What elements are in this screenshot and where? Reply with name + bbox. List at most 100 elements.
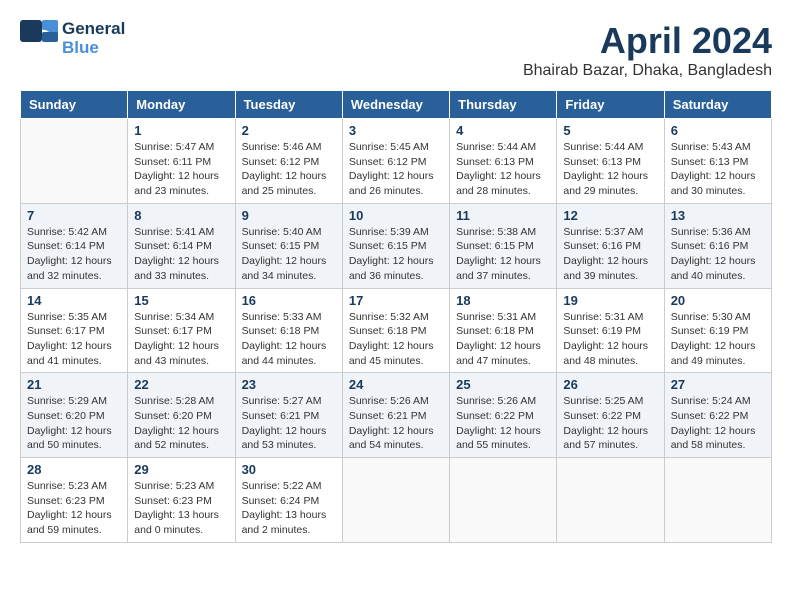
day-number: 7 xyxy=(27,208,121,223)
day-number: 6 xyxy=(671,123,765,138)
day-number: 30 xyxy=(242,462,336,477)
day-number: 17 xyxy=(349,293,443,308)
month-title: April 2024 xyxy=(523,20,772,62)
day-info: Sunrise: 5:42 AM Sunset: 6:14 PM Dayligh… xyxy=(27,225,121,284)
calendar-cell: 26 Sunrise: 5:25 AM Sunset: 6:22 PM Dayli… xyxy=(557,373,664,458)
calendar-cell: 8 Sunrise: 5:41 AM Sunset: 6:14 PM Daylig… xyxy=(128,203,235,288)
day-info: Sunrise: 5:23 AM Sunset: 6:23 PM Dayligh… xyxy=(27,479,121,538)
col-header-tuesday: Tuesday xyxy=(235,91,342,119)
calendar-cell: 6 Sunrise: 5:43 AM Sunset: 6:13 PM Daylig… xyxy=(664,119,771,204)
day-number: 1 xyxy=(134,123,228,138)
calendar-cell: 12 Sunrise: 5:37 AM Sunset: 6:16 PM Dayli… xyxy=(557,203,664,288)
day-number: 21 xyxy=(27,377,121,392)
day-number: 12 xyxy=(563,208,657,223)
calendar-cell: 24 Sunrise: 5:26 AM Sunset: 6:21 PM Dayli… xyxy=(342,373,449,458)
calendar-cell: 5 Sunrise: 5:44 AM Sunset: 6:13 PM Daylig… xyxy=(557,119,664,204)
calendar-week-row: 1 Sunrise: 5:47 AM Sunset: 6:11 PM Daylig… xyxy=(21,119,772,204)
day-info: Sunrise: 5:26 AM Sunset: 6:21 PM Dayligh… xyxy=(349,394,443,453)
calendar-cell: 2 Sunrise: 5:46 AM Sunset: 6:12 PM Daylig… xyxy=(235,119,342,204)
day-info: Sunrise: 5:47 AM Sunset: 6:11 PM Dayligh… xyxy=(134,140,228,199)
day-info: Sunrise: 5:44 AM Sunset: 6:13 PM Dayligh… xyxy=(563,140,657,199)
col-header-sunday: Sunday xyxy=(21,91,128,119)
day-info: Sunrise: 5:46 AM Sunset: 6:12 PM Dayligh… xyxy=(242,140,336,199)
day-info: Sunrise: 5:33 AM Sunset: 6:18 PM Dayligh… xyxy=(242,310,336,369)
day-number: 10 xyxy=(349,208,443,223)
day-number: 20 xyxy=(671,293,765,308)
calendar-cell: 18Sunrise: 5:31 AM Sunset: 6:18 PM Dayli… xyxy=(450,288,557,373)
day-info: Sunrise: 5:35 AM Sunset: 6:17 PM Dayligh… xyxy=(27,310,121,369)
calendar-cell: 15 Sunrise: 5:34 AM Sunset: 6:17 PM Dayli… xyxy=(128,288,235,373)
calendar-cell: 11 Sunrise: 5:38 AM Sunset: 6:15 PM Dayli… xyxy=(450,203,557,288)
day-number: 29 xyxy=(134,462,228,477)
day-info: Sunrise: 5:26 AM Sunset: 6:22 PM Dayligh… xyxy=(456,394,550,453)
day-info: Sunrise: 5:29 AM Sunset: 6:20 PM Dayligh… xyxy=(27,394,121,453)
calendar-cell: 30 Sunrise: 5:22 AM Sunset: 6:24 PM Dayli… xyxy=(235,458,342,543)
calendar-cell: 16 Sunrise: 5:33 AM Sunset: 6:18 PM Dayli… xyxy=(235,288,342,373)
day-info: Sunrise: 5:23 AM Sunset: 6:23 PM Dayligh… xyxy=(134,479,228,538)
day-info: Sunrise: 5:32 AM Sunset: 6:18 PM Dayligh… xyxy=(349,310,443,369)
day-number: 8 xyxy=(134,208,228,223)
day-info: Sunrise: 5:43 AM Sunset: 6:13 PM Dayligh… xyxy=(671,140,765,199)
title-block: April 2024 Bhairab Bazar, Dhaka, Banglad… xyxy=(523,20,772,80)
calendar-week-row: 14 Sunrise: 5:35 AM Sunset: 6:17 PM Dayli… xyxy=(21,288,772,373)
calendar-week-row: 28Sunrise: 5:23 AM Sunset: 6:23 PM Dayli… xyxy=(21,458,772,543)
calendar-cell: 20Sunrise: 5:30 AM Sunset: 6:19 PM Dayli… xyxy=(664,288,771,373)
day-info: Sunrise: 5:37 AM Sunset: 6:16 PM Dayligh… xyxy=(563,225,657,284)
day-info: Sunrise: 5:41 AM Sunset: 6:14 PM Dayligh… xyxy=(134,225,228,284)
day-number: 2 xyxy=(242,123,336,138)
day-number: 24 xyxy=(349,377,443,392)
day-number: 19 xyxy=(563,293,657,308)
day-number: 15 xyxy=(134,293,228,308)
col-header-saturday: Saturday xyxy=(664,91,771,119)
calendar-table: SundayMondayTuesdayWednesdayThursdayFrid… xyxy=(20,90,772,543)
day-number: 9 xyxy=(242,208,336,223)
day-info: Sunrise: 5:38 AM Sunset: 6:15 PM Dayligh… xyxy=(456,225,550,284)
logo-general: General xyxy=(62,20,125,39)
day-number: 26 xyxy=(563,377,657,392)
logo: General Blue xyxy=(20,20,125,58)
page-header: General Blue April 2024 Bhairab Bazar, D… xyxy=(20,20,772,80)
calendar-cell: 28Sunrise: 5:23 AM Sunset: 6:23 PM Dayli… xyxy=(21,458,128,543)
calendar-cell: 13 Sunrise: 5:36 AM Sunset: 6:16 PM Dayli… xyxy=(664,203,771,288)
day-number: 3 xyxy=(349,123,443,138)
calendar-cell: 25Sunrise: 5:26 AM Sunset: 6:22 PM Dayli… xyxy=(450,373,557,458)
day-number: 23 xyxy=(242,377,336,392)
calendar-week-row: 21 Sunrise: 5:29 AM Sunset: 6:20 PM Dayli… xyxy=(21,373,772,458)
calendar-cell xyxy=(557,458,664,543)
calendar-cell: 27 Sunrise: 5:24 AM Sunset: 6:22 PM Dayli… xyxy=(664,373,771,458)
day-number: 27 xyxy=(671,377,765,392)
calendar-cell: 9 Sunrise: 5:40 AM Sunset: 6:15 PM Daylig… xyxy=(235,203,342,288)
day-number: 16 xyxy=(242,293,336,308)
day-info: Sunrise: 5:40 AM Sunset: 6:15 PM Dayligh… xyxy=(242,225,336,284)
day-info: Sunrise: 5:34 AM Sunset: 6:17 PM Dayligh… xyxy=(134,310,228,369)
day-info: Sunrise: 5:36 AM Sunset: 6:16 PM Dayligh… xyxy=(671,225,765,284)
calendar-cell: 4 Sunrise: 5:44 AM Sunset: 6:13 PM Daylig… xyxy=(450,119,557,204)
day-info: Sunrise: 5:27 AM Sunset: 6:21 PM Dayligh… xyxy=(242,394,336,453)
day-number: 22 xyxy=(134,377,228,392)
day-info: Sunrise: 5:31 AM Sunset: 6:19 PM Dayligh… xyxy=(563,310,657,369)
day-info: Sunrise: 5:25 AM Sunset: 6:22 PM Dayligh… xyxy=(563,394,657,453)
day-number: 14 xyxy=(27,293,121,308)
day-info: Sunrise: 5:22 AM Sunset: 6:24 PM Dayligh… xyxy=(242,479,336,538)
calendar-cell: 21 Sunrise: 5:29 AM Sunset: 6:20 PM Dayli… xyxy=(21,373,128,458)
day-info: Sunrise: 5:28 AM Sunset: 6:20 PM Dayligh… xyxy=(134,394,228,453)
calendar-cell: 7 Sunrise: 5:42 AM Sunset: 6:14 PM Daylig… xyxy=(21,203,128,288)
day-info: Sunrise: 5:39 AM Sunset: 6:15 PM Dayligh… xyxy=(349,225,443,284)
calendar-cell: 19 Sunrise: 5:31 AM Sunset: 6:19 PM Dayli… xyxy=(557,288,664,373)
day-number: 13 xyxy=(671,208,765,223)
calendar-week-row: 7 Sunrise: 5:42 AM Sunset: 6:14 PM Daylig… xyxy=(21,203,772,288)
calendar-cell xyxy=(664,458,771,543)
day-number: 5 xyxy=(563,123,657,138)
day-info: Sunrise: 5:45 AM Sunset: 6:12 PM Dayligh… xyxy=(349,140,443,199)
day-number: 4 xyxy=(456,123,550,138)
calendar-cell xyxy=(21,119,128,204)
calendar-cell: 23 Sunrise: 5:27 AM Sunset: 6:21 PM Dayli… xyxy=(235,373,342,458)
calendar-cell xyxy=(342,458,449,543)
day-info: Sunrise: 5:24 AM Sunset: 6:22 PM Dayligh… xyxy=(671,394,765,453)
day-info: Sunrise: 5:44 AM Sunset: 6:13 PM Dayligh… xyxy=(456,140,550,199)
calendar-cell: 17 Sunrise: 5:32 AM Sunset: 6:18 PM Dayli… xyxy=(342,288,449,373)
calendar-cell xyxy=(450,458,557,543)
day-number: 11 xyxy=(456,208,550,223)
day-number: 18 xyxy=(456,293,550,308)
calendar-cell: 22 Sunrise: 5:28 AM Sunset: 6:20 PM Dayli… xyxy=(128,373,235,458)
